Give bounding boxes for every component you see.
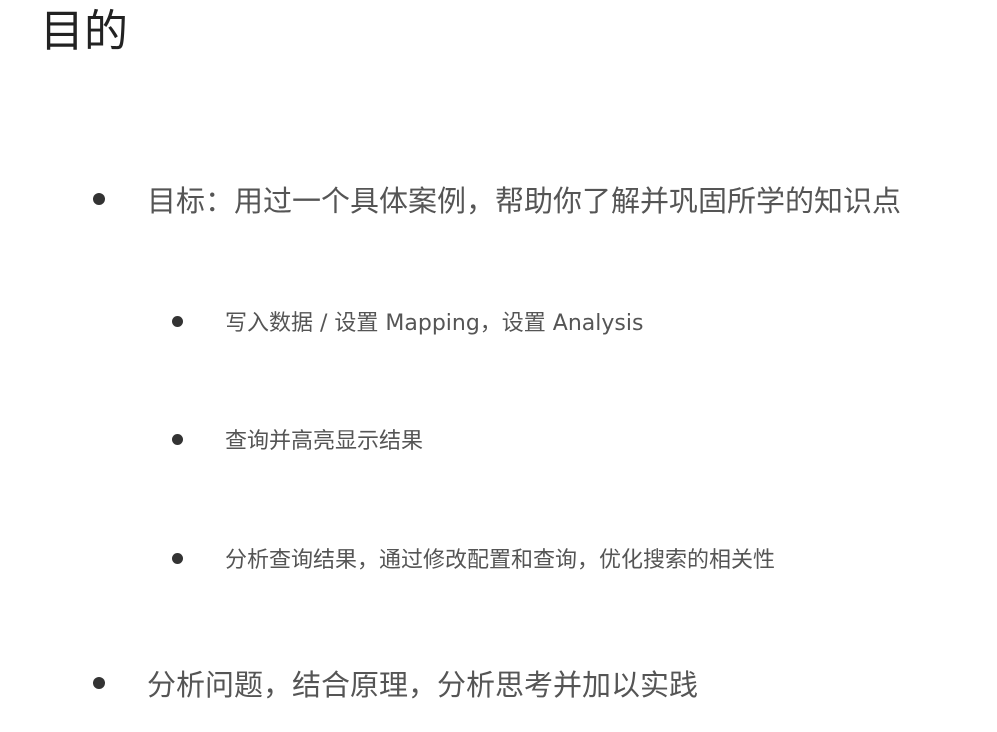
sub-bullet-optimize-relevance: 分析查询结果，通过修改配置和查询，优化搜索的相关性 xyxy=(172,540,775,576)
bullet-dot xyxy=(172,315,183,327)
bullet-goal: 目标：用过一个具体案例，帮助你了解并巩固所学的知识点 xyxy=(93,178,901,220)
bullet-dot xyxy=(93,677,105,689)
sub-bullet-write-data: 写入数据 / 设置 Mapping，设置 Analysis xyxy=(172,303,643,339)
bullet-dot xyxy=(172,552,183,564)
bullet-dot xyxy=(93,193,105,205)
bullet-goal-text: 目标：用过一个具体案例，帮助你了解并巩固所学的知识点 xyxy=(147,184,902,218)
sub-bullet-write-data-text: 写入数据 / 设置 Mapping，设置 Analysis xyxy=(225,311,644,336)
sub-bullet-query-highlight-text: 查询并高亮显示结果 xyxy=(225,429,424,454)
bullet-analyze-text: 分析问题，结合原理，分析思考并加以实践 xyxy=(147,668,699,702)
sub-bullet-query-highlight: 查询并高亮显示结果 xyxy=(172,421,423,457)
slide-title: 目的 xyxy=(40,6,128,57)
bullet-dot xyxy=(172,433,183,445)
bullet-analyze: 分析问题，结合原理，分析思考并加以实践 xyxy=(93,661,698,705)
sub-bullet-optimize-relevance-text: 分析查询结果，通过修改配置和查询，优化搜索的相关性 xyxy=(225,548,776,573)
